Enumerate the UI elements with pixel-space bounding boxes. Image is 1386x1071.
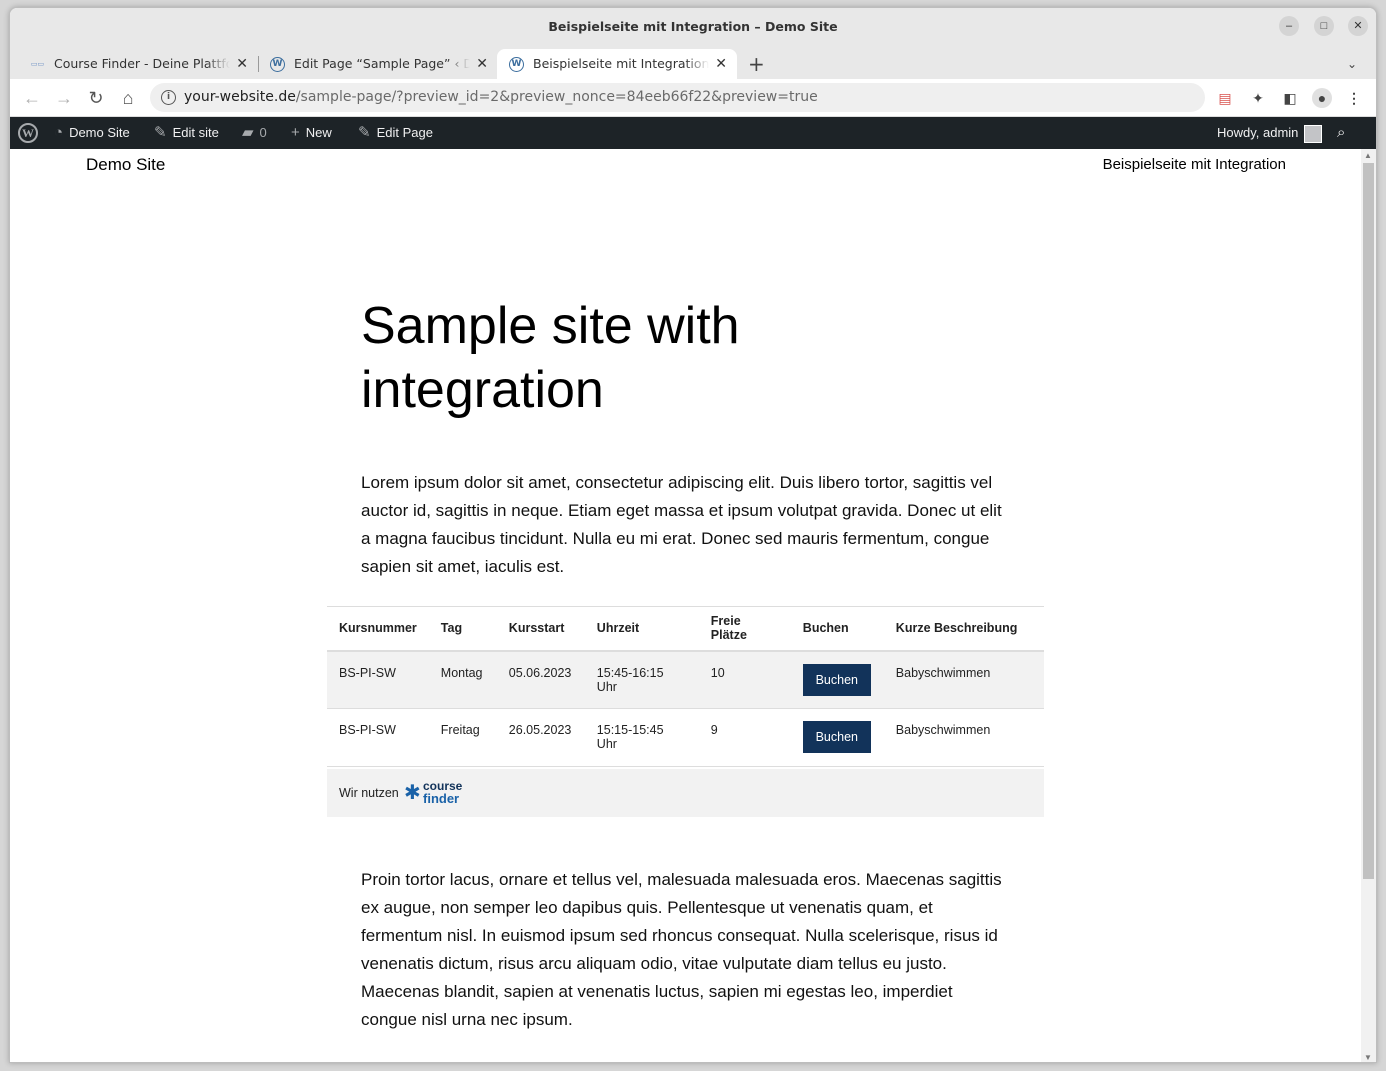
tab-edit-page[interactable]: W Edit Page “Sample Page” ‹ Demo Site ✕ <box>258 49 498 79</box>
admin-bar-account[interactable]: Howdy, admin <box>1217 117 1323 149</box>
plus-icon: + <box>291 124 300 141</box>
scroll-down-icon[interactable]: ▼ <box>1364 1053 1372 1062</box>
logo-word-finder: finder <box>423 791 460 806</box>
admin-bar-site-name[interactable]: ◔ Demo Site <box>54 117 130 149</box>
course-table: Kursnummer Tag Kursstart Uhrzeit Freie P… <box>327 606 1044 767</box>
tab-beispielseite[interactable]: W Beispielseite mit Integration – Demo S… <box>497 49 737 79</box>
column-header: Uhrzeit <box>584 606 699 652</box>
avatar <box>1304 124 1323 143</box>
home-icon[interactable]: ⌂ <box>116 86 140 110</box>
cell-kursstart: 26.05.2023 <box>496 708 585 767</box>
forward-arrow-icon[interactable]: → <box>52 86 76 110</box>
title-bar: Beispielseite mit Integration – Demo Sit… <box>10 8 1376 45</box>
scroll-up-icon[interactable]: ▲ <box>1364 151 1372 160</box>
wordpress-favicon-icon: W <box>509 57 524 72</box>
scrollbar-thumb[interactable] <box>1363 163 1374 879</box>
url-text[interactable]: your-website.de/sample-page/?preview_id=… <box>184 83 818 112</box>
cell-tag: Freitag <box>428 708 497 767</box>
profile-icon[interactable]: ● <box>1312 88 1332 108</box>
column-header: Kursnummer <box>327 606 429 652</box>
cell-buchen: Buchen <box>790 708 884 767</box>
menu-kebab-icon[interactable]: ⋮ <box>1344 88 1364 108</box>
reload-icon[interactable]: ↻ <box>84 86 108 110</box>
wordpress-logo-icon[interactable]: W <box>18 123 38 143</box>
maximize-button[interactable]: □ <box>1314 16 1334 36</box>
column-header: Kursstart <box>496 606 585 652</box>
new-label: New <box>305 125 332 140</box>
cell-beschreibung: Babyschwimmen <box>883 650 1044 709</box>
column-header: Buchen <box>790 606 884 652</box>
outro-paragraph: Proin tortor lacus, ornare et tellus vel… <box>361 870 1002 1029</box>
cell-kursnummer: BS-PI-SW <box>327 708 429 767</box>
admin-bar-new[interactable]: + New <box>291 117 332 149</box>
minimize-button[interactable]: – <box>1279 16 1299 36</box>
powered-by-footer: Wir nutzen ✱ course finder <box>327 769 1044 817</box>
column-header: Tag <box>428 606 497 652</box>
cell-kursstart: 05.06.2023 <box>496 650 585 709</box>
close-tab-icon[interactable]: ✕ <box>236 49 248 79</box>
cell-freie-plaetze: 9 <box>698 708 791 767</box>
comment-icon: ▰ <box>242 124 254 141</box>
cell-tag: Montag <box>428 650 497 709</box>
cell-kursnummer: BS-PI-SW <box>327 650 429 709</box>
tab-label: Edit Page “Sample Page” ‹ Demo Site <box>294 49 470 79</box>
window-title: Beispielseite mit Integration – Demo Sit… <box>548 19 838 34</box>
browser-window: Beispielseite mit Integration – Demo Sit… <box>9 7 1377 1063</box>
tab-label: Beispielseite mit Integration – Demo Sit… <box>533 49 709 79</box>
close-window-button[interactable]: ✕ <box>1348 16 1368 36</box>
admin-bar-comments[interactable]: ▰ 0 <box>242 117 267 149</box>
nav-link-beispielseite[interactable]: Beispielseite mit Integration <box>1103 156 1286 173</box>
book-button[interactable]: Buchen <box>802 721 871 753</box>
cell-beschreibung: Babyschwimmen <box>883 708 1044 767</box>
extensions-puzzle-icon[interactable]: ✦ <box>1248 88 1268 108</box>
admin-bar-edit-site[interactable]: ✎ Edit site <box>154 117 219 149</box>
address-bar[interactable]: i your-website.de/sample-page/?preview_i… <box>150 83 1205 112</box>
site-name-label: Demo Site <box>69 125 130 140</box>
table-row: BS-PI-SW Freitag 26.05.2023 15:15-15:45 … <box>327 708 1044 767</box>
admin-bar-edit-page[interactable]: ✎ Edit Page <box>358 117 433 149</box>
tab-course-finder[interactable]: ▭▭ Course Finder - Deine Plattform ✕ <box>18 49 258 79</box>
pencil-icon: ✎ <box>358 124 371 141</box>
tab-strip: ▭▭ Course Finder - Deine Plattform ✕ W E… <box>10 45 1376 79</box>
dashboard-icon: ◔ <box>54 124 64 141</box>
edit-site-label: Edit site <box>172 125 219 140</box>
intro-paragraph: Lorem ipsum dolor sit amet, consectetur … <box>361 473 1002 576</box>
tab-label: Course Finder - Deine Plattform <box>54 49 230 79</box>
url-path: /sample-page/?preview_id=2&preview_nonce… <box>295 89 818 105</box>
new-tab-button[interactable]: + <box>748 49 768 79</box>
site-title[interactable]: Demo Site <box>86 155 165 175</box>
cell-freie-plaetze: 10 <box>698 650 791 709</box>
course-finder-favicon-icon: ▭▭ <box>30 60 45 68</box>
edit-page-label: Edit Page <box>376 125 433 140</box>
cell-uhrzeit: 15:15-15:45 Uhr <box>584 708 699 767</box>
url-host: your-website.de <box>184 89 296 105</box>
search-icon[interactable]: ⌕ <box>1337 117 1345 149</box>
table-row: BS-PI-SW Montag 05.06.2023 15:45-16:15 U… <box>327 650 1044 709</box>
brush-icon: ✎ <box>154 124 167 141</box>
cell-buchen: Buchen <box>790 650 884 709</box>
tab-search-chevron-icon[interactable]: ⌄ <box>1347 49 1367 79</box>
howdy-label: Howdy, admin <box>1217 125 1299 140</box>
site-info-icon[interactable]: i <box>161 90 176 105</box>
page-scrollbar[interactable]: ▲ ▼ <box>1361 149 1376 1062</box>
wp-admin-bar: W ◔ Demo Site ✎ Edit site ▰ 0 + New ✎ Edit Pa… <box>10 117 1376 149</box>
cell-uhrzeit: 15:45-16:15 Uhr <box>584 650 699 709</box>
person-icon: ✱ <box>404 782 421 804</box>
column-header: Kurze Beschreibung <box>883 606 1044 652</box>
table-header-row: Kursnummer Tag Kursstart Uhrzeit Freie P… <box>327 606 1044 652</box>
side-panel-icon[interactable]: ◧ <box>1280 88 1300 108</box>
page-title: Sample site with integration <box>361 297 740 419</box>
browser-toolbar: ← → ↻ ⌂ i your-website.de/sample-page/?p… <box>10 79 1376 117</box>
book-button[interactable]: Buchen <box>802 663 871 696</box>
powered-by-text: Wir nutzen <box>339 786 399 800</box>
close-tab-icon[interactable]: ✕ <box>715 49 727 79</box>
comments-count: 0 <box>259 125 267 140</box>
page-content: Demo Site Beispielseite mit Integration … <box>10 149 1362 1062</box>
back-arrow-icon[interactable]: ← <box>20 86 44 110</box>
close-tab-icon[interactable]: ✕ <box>476 49 488 79</box>
extension-translate-icon[interactable]: ▤ <box>1215 88 1235 108</box>
column-header: Freie Plätze <box>698 606 791 652</box>
wordpress-favicon-icon: W <box>270 57 285 72</box>
